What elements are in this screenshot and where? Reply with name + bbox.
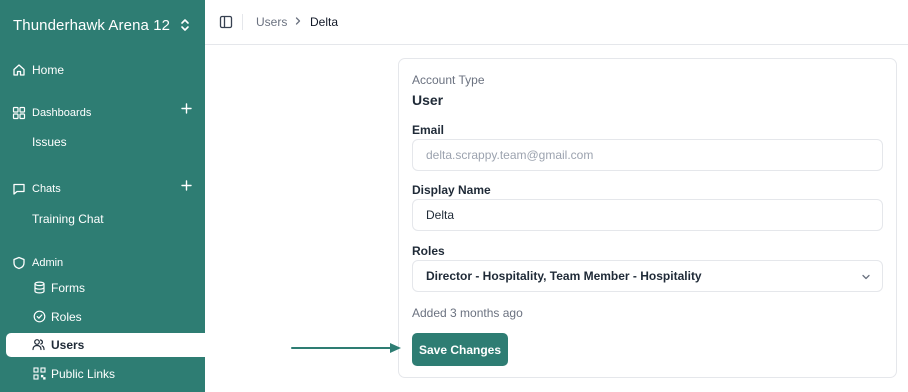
user-details-card: Account Type User Email delta.scrappy.te…: [398, 58, 897, 378]
chat-icon: [13, 183, 25, 195]
add-dashboard-icon[interactable]: [181, 103, 192, 114]
chevron-up-down-icon: [181, 19, 189, 31]
display-name-label: Display Name: [412, 183, 491, 197]
database-icon: [34, 281, 45, 294]
sidebar-toggle-icon[interactable]: [219, 15, 233, 29]
sidebar-item-label: Forms: [51, 281, 85, 295]
account-type-value: User: [412, 92, 444, 108]
workspace-name: Thunderhawk Arena 12: [13, 16, 171, 34]
divider: [242, 14, 243, 30]
display-name-input[interactable]: Delta: [412, 199, 883, 231]
grid-icon: [12, 106, 26, 120]
sidebar-section-label: Chats: [32, 183, 61, 195]
sidebar-item-forms[interactable]: Forms: [0, 281, 205, 297]
users-icon: [32, 339, 45, 351]
shield-icon: [13, 256, 25, 270]
roles-label: Roles: [412, 244, 445, 258]
sidebar-item-label: Home: [32, 63, 65, 77]
sidebar-item-label: Users: [51, 338, 85, 352]
sidebar-section-chats[interactable]: Chats: [0, 181, 205, 197]
sidebar-item-label: Training Chat: [32, 212, 104, 226]
sidebar: Thunderhawk Arena 12 Home Dashboards Iss…: [0, 0, 205, 392]
check-circle-icon: [33, 310, 46, 323]
workspace-switcher[interactable]: Thunderhawk Arena 12: [0, 0, 205, 50]
save-changes-button[interactable]: Save Changes: [412, 333, 508, 366]
sidebar-item-public-links[interactable]: Public Links: [0, 367, 205, 383]
roles-value: Director - Hospitality, Team Member - Ho…: [426, 269, 702, 283]
sidebar-item-roles[interactable]: Roles: [0, 310, 205, 326]
email-field[interactable]: delta.scrappy.team@gmail.com: [412, 139, 883, 171]
email-label: Email: [412, 123, 445, 137]
sidebar-item-label: Issues: [32, 135, 67, 149]
top-bar: Users Delta: [205, 0, 908, 45]
arrow-annotation-icon: [291, 343, 401, 353]
sidebar-item-issues[interactable]: Issues: [0, 134, 205, 150]
sidebar-section-label: Dashboards: [32, 107, 92, 119]
sidebar-item-label: Roles: [51, 310, 82, 324]
sidebar-section-admin[interactable]: Admin: [0, 255, 205, 271]
breadcrumb-current: Delta: [310, 15, 339, 29]
sidebar-item-users[interactable]: Users: [6, 333, 205, 357]
add-chat-icon[interactable]: [181, 180, 192, 191]
chevron-right-icon: [295, 17, 301, 25]
roles-select[interactable]: Director - Hospitality, Team Member - Ho…: [412, 260, 883, 292]
sidebar-section-dashboards[interactable]: Dashboards: [0, 105, 205, 121]
qr-code-icon: [33, 367, 46, 380]
chevron-down-icon: [862, 274, 870, 280]
sidebar-item-home[interactable]: Home: [0, 62, 205, 78]
account-type-label: Account Type: [412, 73, 485, 87]
breadcrumb-users[interactable]: Users: [256, 15, 287, 29]
home-icon: [13, 64, 25, 76]
sidebar-section-label: Admin: [32, 257, 64, 269]
added-timestamp: Added 3 months ago: [412, 306, 523, 320]
sidebar-item-label: Public Links: [51, 367, 116, 381]
sidebar-item-training-chat[interactable]: Training Chat: [0, 211, 205, 227]
